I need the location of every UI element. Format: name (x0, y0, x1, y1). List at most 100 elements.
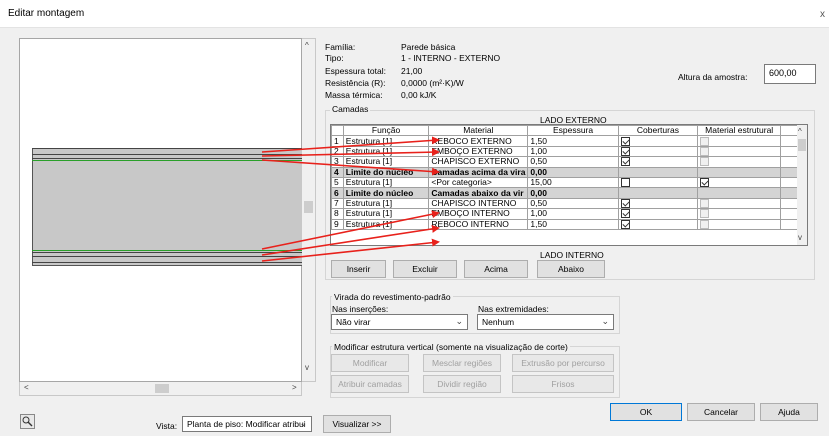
scroll-down-icon[interactable]: v (305, 363, 309, 372)
layer-coverings-cell[interactable] (617, 208, 699, 220)
coverings-checkbox[interactable] (620, 209, 630, 218)
insert-button[interactable]: Inserir (331, 260, 386, 278)
layer-thickness[interactable]: 1,00 (527, 208, 619, 220)
layer-thickness[interactable]: 1,50 (527, 218, 619, 230)
scroll-thumb[interactable] (798, 139, 806, 151)
structural-checkbox[interactable] (700, 220, 710, 229)
layer-index[interactable]: 1 (331, 135, 344, 147)
layer-structural-cell[interactable] (697, 208, 782, 220)
layer-material[interactable]: EMBOÇO INTERNO (428, 208, 529, 220)
layer-coverings-cell[interactable] (617, 218, 699, 230)
layer-row[interactable]: 1 Estrutura [1] REBOCO EXTERNO 1,50 (331, 135, 807, 147)
layer-function[interactable]: Estrutura [1] (342, 208, 430, 220)
structural-checkbox[interactable] (700, 178, 710, 187)
layer-thickness[interactable]: 0,50 (527, 197, 619, 210)
layer-row[interactable]: 9 Estrutura [1] REBOCO INTERNO 1,50 (331, 218, 807, 230)
split-region-button[interactable]: Dividir região (423, 375, 501, 393)
preview-button[interactable]: Visualizar >> (323, 415, 391, 433)
layer-function[interactable]: Estrutura [1] (342, 218, 430, 230)
layer-structural-cell[interactable] (697, 176, 782, 189)
cancel-button[interactable]: Cancelar (687, 403, 755, 421)
layer-coverings-cell[interactable] (617, 166, 699, 178)
layer-thickness[interactable]: 1,50 (527, 135, 619, 147)
layer-thickness[interactable]: 1,00 (527, 145, 619, 158)
layer-coverings-cell[interactable] (617, 145, 699, 158)
layer-row[interactable]: 4 Limite do núcleo Camadas acima da vira 0,… (331, 166, 807, 178)
structural-checkbox[interactable] (700, 157, 710, 167)
layer-material[interactable]: EMBOÇO EXTERNO (428, 145, 529, 158)
layer-structural-cell[interactable] (697, 197, 782, 210)
sample-height-input[interactable]: 600,00 (764, 64, 816, 84)
coverings-checkbox[interactable] (620, 178, 630, 187)
move-down-button[interactable]: Abaixo (537, 260, 605, 278)
scroll-left-icon[interactable]: < (24, 383, 29, 392)
structural-checkbox[interactable] (700, 136, 710, 146)
layer-coverings-cell[interactable] (617, 176, 699, 189)
layer-row[interactable]: 2 Estrutura [1] EMBOÇO EXTERNO 1,00 (331, 145, 807, 158)
layer-material[interactable]: REBOCO EXTERNO (428, 135, 529, 147)
zoom-icon[interactable] (20, 414, 35, 429)
layer-row[interactable]: 8 Estrutura [1] EMBOÇO INTERNO 1,00 (331, 208, 807, 220)
structural-checkbox[interactable] (700, 209, 710, 218)
layers-table[interactable]: Função Material Espessura Coberturas Mat… (330, 124, 808, 246)
coverings-checkbox[interactable] (620, 147, 630, 156)
structural-checkbox[interactable] (700, 199, 710, 208)
layer-coverings-cell[interactable] (617, 135, 699, 147)
layer-function[interactable]: Limite do núcleo (342, 166, 430, 178)
layer-index[interactable]: 7 (331, 197, 344, 210)
layer-structural-cell[interactable] (697, 135, 782, 147)
scroll-right-icon[interactable]: > (292, 383, 297, 392)
layer-coverings-cell[interactable] (617, 187, 699, 199)
scroll-up-icon[interactable]: ^ (305, 41, 309, 50)
layer-row[interactable]: 5 Estrutura [1] <Por categoria> 15,00 (331, 176, 807, 189)
sweeps-button[interactable]: Extrusão por percurso (512, 354, 614, 372)
layer-material[interactable]: CHAPISCO INTERNO (428, 197, 529, 210)
layer-material[interactable]: CHAPISCO EXTERNO (428, 156, 529, 168)
layer-structural-cell[interactable] (697, 145, 782, 158)
layer-function[interactable]: Limite do núcleo (342, 187, 430, 199)
coverings-checkbox[interactable] (620, 220, 630, 229)
layer-thickness[interactable]: 15,00 (527, 176, 619, 189)
layer-index[interactable]: 2 (331, 145, 344, 158)
layer-index[interactable]: 5 (331, 176, 344, 189)
layer-index[interactable]: 3 (331, 156, 344, 168)
view-select[interactable]: Planta de piso: Modificar atribui ⌄ (182, 416, 312, 432)
close-icon[interactable]: x (820, 9, 825, 20)
layer-material[interactable]: <Por categoria> (428, 176, 529, 189)
reveals-button[interactable]: Frisos (512, 375, 614, 393)
coverings-checkbox[interactable] (620, 136, 630, 146)
layer-material[interactable]: REBOCO INTERNO (428, 218, 529, 230)
layer-thickness[interactable]: 0,00 (527, 166, 619, 178)
layer-structural-cell[interactable] (697, 156, 782, 168)
scroll-thumb[interactable] (155, 384, 169, 393)
assign-layers-button[interactable]: Atribuir camadas (331, 375, 409, 393)
structural-checkbox[interactable] (700, 147, 710, 156)
layer-row[interactable]: 3 Estrutura [1] CHAPISCO EXTERNO 0,50 (331, 156, 807, 168)
layer-index[interactable]: 9 (331, 218, 344, 230)
ok-button[interactable]: OK (610, 403, 682, 421)
preview-vertical-scrollbar[interactable]: ^ v (302, 38, 316, 382)
help-button[interactable]: Ajuda (760, 403, 818, 421)
layer-structural-cell[interactable] (697, 166, 782, 178)
layer-function[interactable]: Estrutura [1] (342, 145, 430, 158)
merge-regions-button[interactable]: Mesclar regiões (423, 354, 501, 372)
layer-index[interactable]: 6 (331, 187, 344, 199)
layer-row[interactable]: 7 Estrutura [1] CHAPISCO INTERNO 0,50 (331, 197, 807, 210)
layer-index[interactable]: 8 (331, 208, 344, 220)
layer-structural-cell[interactable] (697, 187, 782, 199)
move-up-button[interactable]: Acima (464, 260, 528, 278)
scroll-down-icon[interactable]: v (798, 233, 802, 242)
delete-button[interactable]: Excluir (393, 260, 457, 278)
layer-function[interactable]: Estrutura [1] (342, 156, 430, 168)
coverings-checkbox[interactable] (620, 199, 630, 208)
scroll-up-icon[interactable]: ^ (798, 127, 802, 136)
inserts-select[interactable]: Não virar ⌄ (331, 314, 468, 330)
layer-index[interactable]: 4 (331, 166, 344, 178)
ends-select[interactable]: Nenhum ⌄ (477, 314, 614, 330)
coverings-checkbox[interactable] (620, 157, 630, 167)
layer-material[interactable]: Camadas acima da vira (428, 166, 529, 178)
layer-structural-cell[interactable] (697, 218, 782, 230)
layer-thickness[interactable]: 0,50 (527, 156, 619, 168)
modify-button[interactable]: Modificar (331, 354, 409, 372)
layer-material[interactable]: Camadas abaixo da vir (428, 187, 529, 199)
